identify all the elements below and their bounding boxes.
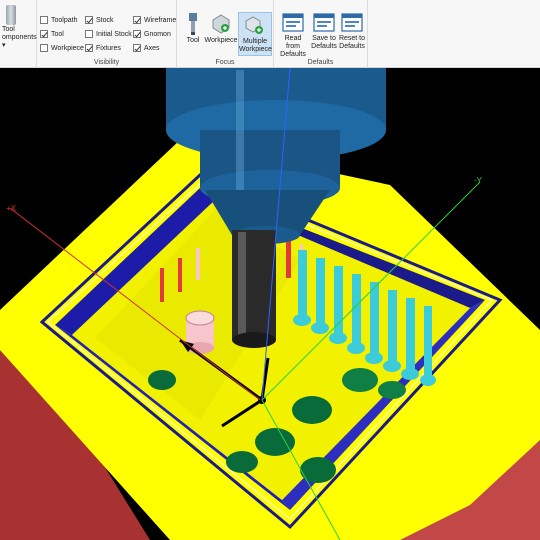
multiple-workpiece-icon [245,16,263,34]
tool-components-group: Tool omponents ▾ [0,0,37,68]
gnomon-check-box[interactable] [133,30,141,38]
focus-tool-label: Tool [186,37,200,44]
tool-components-button[interactable]: Tool omponents ▾ [0,2,37,54]
initial-stock-checkbox[interactable]: Initial Stock [85,28,132,40]
reset-defaults-icon [341,13,363,32]
tool-icon [189,13,197,35]
save-defaults-icon [313,13,335,32]
workpiece-checkbox[interactable]: Workpiece [40,42,84,54]
tool-components-label-1: Tool [2,26,15,33]
workpiece-icon [212,14,230,34]
simulation-viewport[interactable]: +X -Y [0,68,540,540]
tool-check-box[interactable] [40,30,48,38]
gnomon-label: Gnomon [144,30,171,38]
focus-multiple-label-1: Multiple [242,38,268,45]
fixtures-label: Fixtures [96,44,121,52]
read-defaults-icon [282,13,304,32]
reset-defaults-label-1: Reset to [338,35,366,42]
workpiece-label: Workpiece [51,44,84,52]
reset-to-defaults-button[interactable]: Reset to Defaults [338,10,366,56]
read-defaults-label-2: Defaults [280,51,306,58]
axes-check-box[interactable] [133,44,141,52]
focus-workpiece-label: Workpiece [204,37,238,44]
focus-workpiece-button[interactable]: Workpiece [204,10,238,56]
wireframe-check-box[interactable] [133,16,141,24]
fixtures-checkbox[interactable]: Fixtures [85,42,121,54]
stock-check-box[interactable] [85,16,93,24]
reset-defaults-label-2: Defaults [339,43,365,50]
gnomon-checkbox[interactable]: Gnomon [133,28,171,40]
visibility-group-label: Visibility [93,59,120,66]
save-defaults-label-1: Save to [312,35,336,42]
axes-checkbox[interactable]: Axes [133,42,160,54]
read-defaults-label-1: Read from [284,35,302,50]
toolpath-check-box[interactable] [40,16,48,24]
axes-label: Axes [144,44,160,52]
tool-cutter [232,230,276,348]
focus-multiple-workpiece-button[interactable]: Multiple Workpiece [238,12,272,56]
save-defaults-label-2: Defaults [311,43,337,50]
save-to-defaults-button[interactable]: Save to Defaults [310,10,338,56]
wireframe-label: Wireframe [144,16,177,24]
stock-label: Stock [96,16,114,24]
initial-stock-label: Initial Stock [96,30,132,38]
wireframe-checkbox[interactable]: Wireframe [133,14,176,26]
tool-checkbox[interactable]: Tool [40,28,64,40]
toolpath-checkbox[interactable]: Toolpath [40,14,77,26]
focus-tool-button[interactable]: Tool [182,10,204,56]
read-from-defaults-button[interactable]: Read from Defaults [278,10,308,58]
y-axis-label: -Y [474,176,483,185]
initial-stock-check-box[interactable] [85,30,93,38]
focus-multiple-label-2: Workpiece [239,46,272,53]
ribbon-toolbar: Tool omponents ▾ Toolpath Tool Workpiece… [0,0,540,68]
defaults-group-label: Defaults [307,59,334,66]
x-axis-label: +X [6,204,17,213]
tool-components-icon [6,5,16,25]
tool-label: Tool [51,30,64,38]
visibility-group: Toolpath Tool Workpiece Stock Initial St… [37,0,177,68]
stock-checkbox[interactable]: Stock [85,14,114,26]
toolpath-label: Toolpath [51,16,78,24]
focus-group: Tool Workpiece Multiple Workpiece Focus [177,0,274,68]
tool-components-label-2: omponents ▾ [2,34,37,49]
fixtures-check-box[interactable] [85,44,93,52]
workpiece-check-box[interactable] [40,44,48,52]
defaults-group: Read from Defaults Save to Defaults Rese… [274,0,368,68]
scene-svg: +X -Y [0,68,540,540]
focus-group-label: Focus [215,59,235,66]
